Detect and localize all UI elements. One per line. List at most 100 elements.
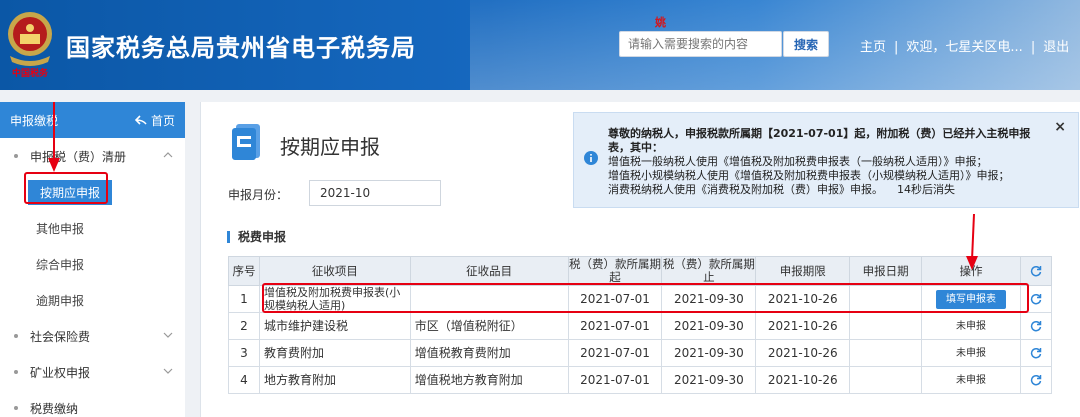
- cell-item: 城市维护建设税: [258, 312, 411, 340]
- col-header-date: 申报日期: [849, 256, 923, 286]
- bullet-icon: [14, 154, 18, 158]
- cell-no: 3: [228, 339, 260, 367]
- refresh-icon: [1030, 320, 1042, 332]
- bullet-icon: [14, 334, 18, 338]
- notice-close-button[interactable]: ×: [1054, 119, 1066, 135]
- cell-start: 2021-07-01: [567, 312, 663, 340]
- month-label: 申报月份：: [228, 188, 289, 202]
- sidebar-item-other-declaration[interactable]: 其他申报: [0, 210, 185, 246]
- table-row: 4 地方教育附加 增值税地方教育附加 2021-07-01 2021-09-30…: [228, 366, 1053, 394]
- search-input[interactable]: [619, 31, 782, 57]
- declaration-table: 序号 征收项目 征收品目 税（费）款所属期起 税（费）款所属期止 申报期限 申报…: [228, 256, 1053, 394]
- refresh-icon: [1030, 374, 1042, 386]
- notice-line-4-text: 消费税纳税人使用《消费税及附加税（费）申报》申报。: [608, 183, 883, 196]
- bullet-icon: [14, 406, 18, 410]
- nav-welcome-link[interactable]: 欢迎，七星关区电...: [906, 36, 1022, 55]
- cell-date: [849, 339, 923, 367]
- notice-countdown: 14秒后消失: [897, 183, 955, 196]
- cell-sub: 增值税地方教育附加: [409, 366, 569, 394]
- sidebar-group-label: 社会保险费: [30, 329, 91, 344]
- col-header-start: 税（费）款所属期起: [567, 256, 663, 286]
- refresh-icon: [1030, 347, 1042, 359]
- bullet-icon: [14, 370, 18, 374]
- sidebar-item-comprehensive-declaration[interactable]: 综合申报: [0, 246, 185, 282]
- cell-sub: 市区（增值税附征）: [409, 312, 569, 340]
- info-icon: [584, 151, 598, 165]
- sidebar-item-overdue-declaration[interactable]: 逾期申报: [0, 282, 185, 318]
- page-title: 按期应申报: [280, 135, 380, 159]
- col-header-end: 税（费）款所属期止: [661, 256, 757, 286]
- sidebar: 申报缴税 首页 申报税（费）清册 按期应申报 其他申报 综合申报 逾期申报 社会…: [0, 102, 185, 417]
- table-row: 2 城市维护建设税 市区（增值税附征） 2021-07-01 2021-09-3…: [228, 312, 1053, 340]
- top-badge: 姚: [655, 16, 666, 29]
- status-text: 未申报: [956, 375, 987, 386]
- nav-logout-link[interactable]: 退出: [1043, 36, 1069, 55]
- notice-line-3: 增值税小规模纳税人使用《增值税及附加税费申报表（小规模纳税人适用）》申报；: [608, 169, 1010, 182]
- refresh-header-cell[interactable]: [1019, 256, 1053, 286]
- sidebar-group-social-insurance[interactable]: 社会保险费: [0, 318, 185, 354]
- section-title: 税费申报: [227, 231, 286, 243]
- chevron-up-icon: [163, 152, 173, 158]
- search-button[interactable]: 搜索: [783, 31, 829, 57]
- notice-line-2: 增值税一般纳税人使用《增值税及附加税费申报表（一般纳税人适用）》申报；: [608, 155, 988, 168]
- sidebar-item-label: 其他申报: [36, 221, 85, 236]
- col-header-sub: 征收品目: [409, 256, 569, 286]
- chevron-down-icon: [163, 332, 173, 338]
- sidebar-home-label: 首页: [150, 113, 175, 128]
- cell-date: [849, 366, 923, 394]
- col-header-no: 序号: [228, 256, 260, 286]
- back-arrow-icon: [134, 115, 147, 125]
- cell-action: 未申报: [921, 312, 1021, 340]
- sidebar-group-declaration-list[interactable]: 申报税（费）清册: [0, 138, 185, 174]
- sidebar-home-link[interactable]: 首页: [134, 112, 175, 129]
- sidebar-group-label: 矿业权申报: [30, 365, 91, 380]
- annotation-arrow-icon: [966, 213, 978, 270]
- cell-sub: 增值税教育费附加: [409, 339, 569, 367]
- row-refresh-cell[interactable]: [1019, 366, 1053, 394]
- highlight-box-row: [262, 283, 1029, 313]
- cell-deadline: 2021-10-26: [755, 366, 851, 394]
- status-text: 未申报: [956, 348, 987, 359]
- cell-action: 未申报: [921, 339, 1021, 367]
- cell-start: 2021-07-01: [567, 339, 663, 367]
- top-nav: 主页 | 欢迎，七星关区电... | 退出: [860, 36, 1069, 55]
- sidebar-item-label: 综合申报: [36, 257, 85, 272]
- cell-end: 2021-09-30: [661, 312, 757, 340]
- annotation-arrow-icon: [48, 102, 60, 172]
- sidebar-group-tax-payment[interactable]: 税费缴纳: [0, 390, 185, 417]
- notice-banner: × 尊敬的纳税人，申报税款所属期【2021-07-01】起，附加税（费）已经并入…: [573, 112, 1079, 208]
- cell-item: 教育费附加: [258, 339, 411, 367]
- sidebar-group-label: 申报税（费）清册: [30, 149, 127, 164]
- cell-item: 地方教育附加: [258, 366, 411, 394]
- cell-end: 2021-09-30: [661, 366, 757, 394]
- nav-home-link[interactable]: 主页: [860, 36, 886, 55]
- cell-end: 2021-09-30: [661, 339, 757, 367]
- cell-deadline: 2021-10-26: [755, 339, 851, 367]
- month-input[interactable]: [309, 180, 441, 206]
- sidebar-group-label: 税费缴纳: [30, 401, 79, 416]
- sidebar-header: 申报缴税 首页: [0, 102, 185, 138]
- status-text: 未申报: [956, 321, 987, 332]
- col-header-deadline: 申报期限: [755, 256, 851, 286]
- row-refresh-cell[interactable]: [1019, 312, 1053, 340]
- site-title: 国家税务总局贵州省电子税务局: [66, 34, 416, 62]
- cell-deadline: 2021-10-26: [755, 312, 851, 340]
- table-header-row: 序号 征收项目 征收品目 税（费）款所属期起 税（费）款所属期止 申报期限 申报…: [228, 256, 1053, 286]
- notice-text: 尊敬的纳税人，申报税款所属期【2021-07-01】起，附加税（费）已经并入主税…: [608, 127, 1048, 197]
- emblem-caption: 中国税务: [11, 69, 48, 79]
- cell-start: 2021-07-01: [567, 366, 663, 394]
- cell-no: 2: [228, 312, 260, 340]
- notice-line-1: 尊敬的纳税人，申报税款所属期【2021-07-01】起，附加税（费）已经并入主税…: [608, 127, 1031, 154]
- table-row: 3 教育费附加 增值税教育费附加 2021-07-01 2021-09-30 2…: [228, 339, 1053, 367]
- declaration-icon: [232, 124, 260, 160]
- cell-no: 1: [228, 285, 260, 313]
- cell-action: 未申报: [921, 366, 1021, 394]
- row-refresh-cell[interactable]: [1019, 339, 1053, 367]
- refresh-icon: [1030, 293, 1042, 305]
- sidebar-item-label: 逾期申报: [36, 293, 85, 308]
- chevron-down-icon: [163, 368, 173, 374]
- notice-line-4: 消费税纳税人使用《消费税及附加税（费）申报》申报。 14秒后消失: [608, 183, 1048, 197]
- highlight-box-sidebar: [24, 172, 108, 204]
- col-header-item: 征收项目: [258, 256, 411, 286]
- sidebar-group-mining-rights[interactable]: 矿业权申报: [0, 354, 185, 390]
